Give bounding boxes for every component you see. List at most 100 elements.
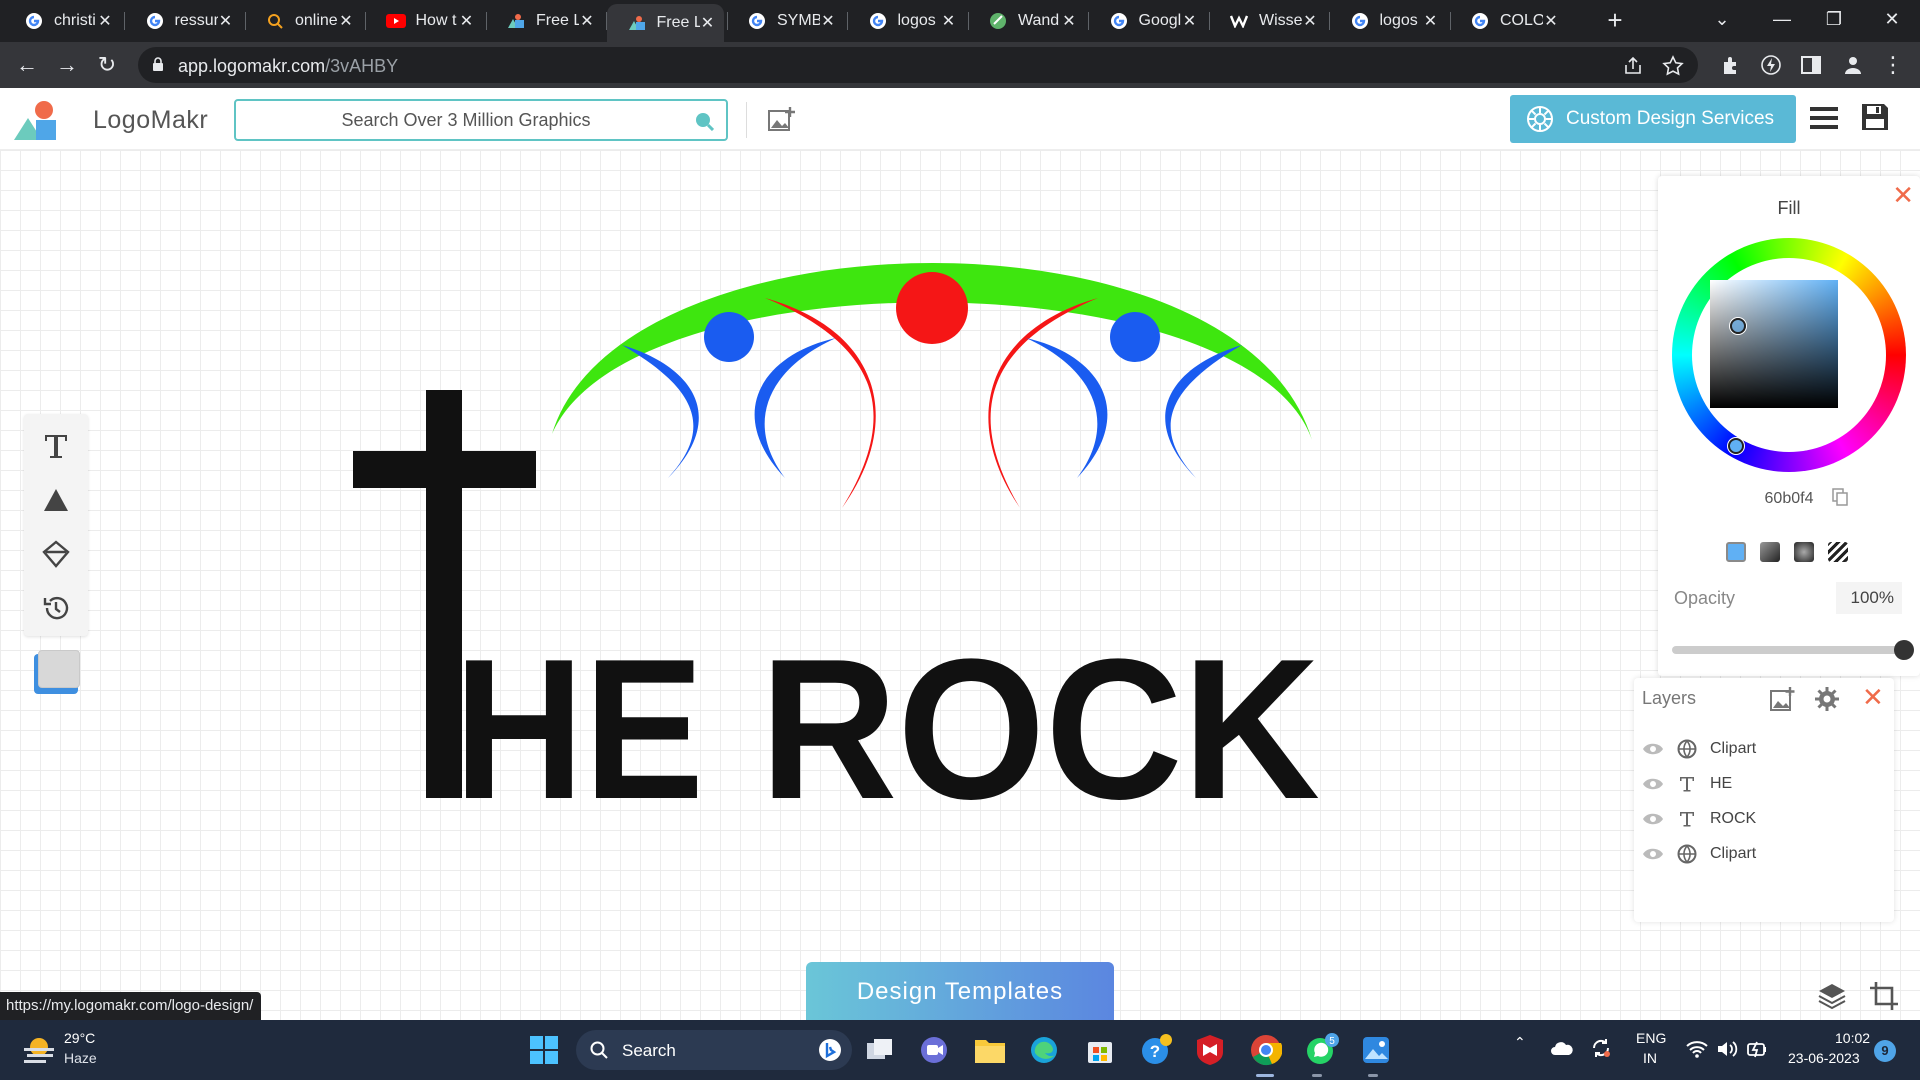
mcafee-icon[interactable]: [1192, 1032, 1228, 1068]
browser-menu-icon[interactable]: ⋮: [1878, 50, 1908, 80]
add-text-tool[interactable]: [36, 426, 76, 466]
browser-tab[interactable]: COLO ✕: [1450, 6, 1567, 36]
solid-fill-option[interactable]: [1726, 542, 1746, 562]
extensions-icon[interactable]: [1720, 54, 1742, 76]
graphics-search[interactable]: [234, 99, 728, 141]
weather-temperature[interactable]: 29°C: [64, 1030, 95, 1046]
custom-design-services-button[interactable]: Custom Design Services: [1510, 95, 1796, 143]
clock-date[interactable]: 23-06-2023: [1788, 1050, 1860, 1066]
onedrive-cloud-icon[interactable]: [1550, 1040, 1574, 1056]
close-window-icon[interactable]: ✕: [1864, 0, 1920, 40]
graphics-search-input[interactable]: [236, 101, 726, 139]
taskbar-search[interactable]: Search: [576, 1030, 852, 1070]
close-tab-icon[interactable]: ✕: [700, 13, 716, 33]
close-icon[interactable]: ✕: [1892, 180, 1914, 211]
teams-chat-icon[interactable]: [916, 1032, 952, 1068]
settings-gear-icon[interactable]: [1814, 686, 1840, 712]
design-templates-button[interactable]: Design Templates: [806, 962, 1114, 1020]
close-layers-icon[interactable]: ✕: [1862, 682, 1884, 713]
new-tab-button[interactable]: +: [1600, 6, 1630, 36]
browser-tab[interactable]: logos ✕: [1330, 6, 1447, 36]
hue-picker-cursor[interactable]: [1728, 438, 1744, 454]
visibility-eye-icon[interactable]: [1642, 777, 1664, 791]
show-hidden-icons-chevron-icon[interactable]: ⌃: [1514, 1034, 1526, 1051]
close-tab-icon[interactable]: ✕: [218, 11, 234, 31]
clock-time[interactable]: 10:02: [1835, 1030, 1870, 1046]
opacity-slider-knob[interactable]: [1894, 640, 1914, 660]
profile-icon[interactable]: [1842, 54, 1864, 76]
browser-tab[interactable]: Wand ✕: [968, 6, 1085, 36]
close-tab-icon[interactable]: ✕: [1423, 11, 1439, 31]
share-icon[interactable]: [1622, 55, 1644, 77]
pattern-fill-option[interactable]: [1828, 542, 1848, 562]
browser-tab[interactable]: christi ✕: [4, 6, 121, 36]
layer-row[interactable]: ROCK: [1642, 804, 1882, 834]
weather-haze-icon[interactable]: [22, 1034, 56, 1066]
microsoft-store-icon[interactable]: [1082, 1032, 1118, 1068]
hamburger-menu-icon[interactable]: [1810, 105, 1838, 131]
browser-tab[interactable]: logos ✕: [848, 6, 965, 36]
history-tool[interactable]: [36, 588, 76, 628]
close-tab-icon[interactable]: ✕: [459, 11, 475, 31]
layers-stack-icon[interactable]: [1816, 980, 1848, 1012]
edge-browser-icon[interactable]: [1026, 1032, 1062, 1068]
layer-row[interactable]: Clipart: [1642, 839, 1882, 869]
minimize-icon[interactable]: —: [1754, 0, 1810, 40]
browser-tab[interactable]: Free L ✕: [606, 4, 724, 42]
opacity-slider[interactable]: [1672, 646, 1898, 654]
side-panel-icon[interactable]: [1800, 54, 1822, 76]
upload-image-icon[interactable]: [768, 106, 796, 132]
whatsapp-icon[interactable]: 5: [1304, 1032, 1340, 1068]
visibility-eye-icon[interactable]: [1642, 812, 1664, 826]
file-explorer-icon[interactable]: [972, 1032, 1008, 1068]
weather-description[interactable]: Haze: [64, 1050, 97, 1066]
linear-gradient-option[interactable]: [1760, 542, 1780, 562]
chrome-icon[interactable]: [1248, 1032, 1284, 1068]
language-indicator[interactable]: ENG: [1636, 1030, 1666, 1046]
opacity-input[interactable]: 100%: [1836, 582, 1902, 614]
reload-icon[interactable]: ↻: [92, 50, 122, 80]
windows-start-icon[interactable]: [526, 1032, 562, 1068]
close-tab-icon[interactable]: ✕: [338, 11, 354, 31]
saturation-value-picker[interactable]: [1710, 280, 1838, 408]
design-canvas[interactable]: HE ROCK Fill ✕ 60b0f4 Opacity 100% Layer…: [0, 150, 1920, 1020]
browser-tab[interactable]: Googl ✕: [1089, 6, 1206, 36]
photos-icon[interactable]: [1358, 1032, 1394, 1068]
add-image-layer-icon[interactable]: [1770, 686, 1796, 712]
extension-bolt-icon[interactable]: [1760, 54, 1782, 76]
help-tips-icon[interactable]: ?: [1138, 1032, 1174, 1068]
sync-icon[interactable]: [1590, 1037, 1612, 1059]
close-tab-icon[interactable]: ✕: [941, 11, 957, 31]
color-picker-cursor[interactable]: [1730, 318, 1746, 334]
logomakr-logo-icon[interactable]: [12, 98, 68, 144]
task-view-icon[interactable]: [862, 1032, 898, 1068]
region-indicator[interactable]: IN: [1643, 1050, 1657, 1066]
close-tab-icon[interactable]: ✕: [1302, 11, 1318, 31]
add-clipart-tool[interactable]: [36, 534, 76, 574]
browser-tab[interactable]: ressur ✕: [125, 6, 242, 36]
radial-gradient-option[interactable]: [1794, 542, 1814, 562]
notification-count-badge[interactable]: 9: [1874, 1040, 1896, 1062]
back-icon[interactable]: ←: [12, 50, 42, 80]
restore-icon[interactable]: ❐: [1806, 0, 1862, 40]
search-icon[interactable]: [694, 111, 714, 131]
browser-tab[interactable]: SYMB ✕: [727, 6, 844, 36]
wifi-icon[interactable]: [1686, 1040, 1708, 1058]
browser-tab[interactable]: Free L ✕: [486, 6, 603, 36]
tab-search-icon[interactable]: ⌄: [1694, 0, 1750, 40]
close-tab-icon[interactable]: ✕: [579, 11, 595, 31]
layer-row[interactable]: Clipart: [1642, 734, 1882, 764]
close-tab-icon[interactable]: ✕: [1182, 11, 1198, 31]
forward-icon[interactable]: →: [52, 50, 82, 80]
volume-icon[interactable]: [1716, 1040, 1738, 1058]
browser-tab[interactable]: online ✕: [245, 6, 362, 36]
close-tab-icon[interactable]: ✕: [97, 11, 113, 31]
visibility-eye-icon[interactable]: [1642, 847, 1664, 861]
bing-icon[interactable]: [818, 1038, 842, 1062]
browser-tab[interactable]: Wisse ✕: [1209, 6, 1326, 36]
copy-icon[interactable]: [1832, 488, 1848, 506]
crop-icon[interactable]: [1868, 980, 1900, 1012]
add-shape-tool[interactable]: [36, 480, 76, 520]
save-icon[interactable]: [1860, 102, 1890, 132]
visibility-eye-icon[interactable]: [1642, 742, 1664, 756]
